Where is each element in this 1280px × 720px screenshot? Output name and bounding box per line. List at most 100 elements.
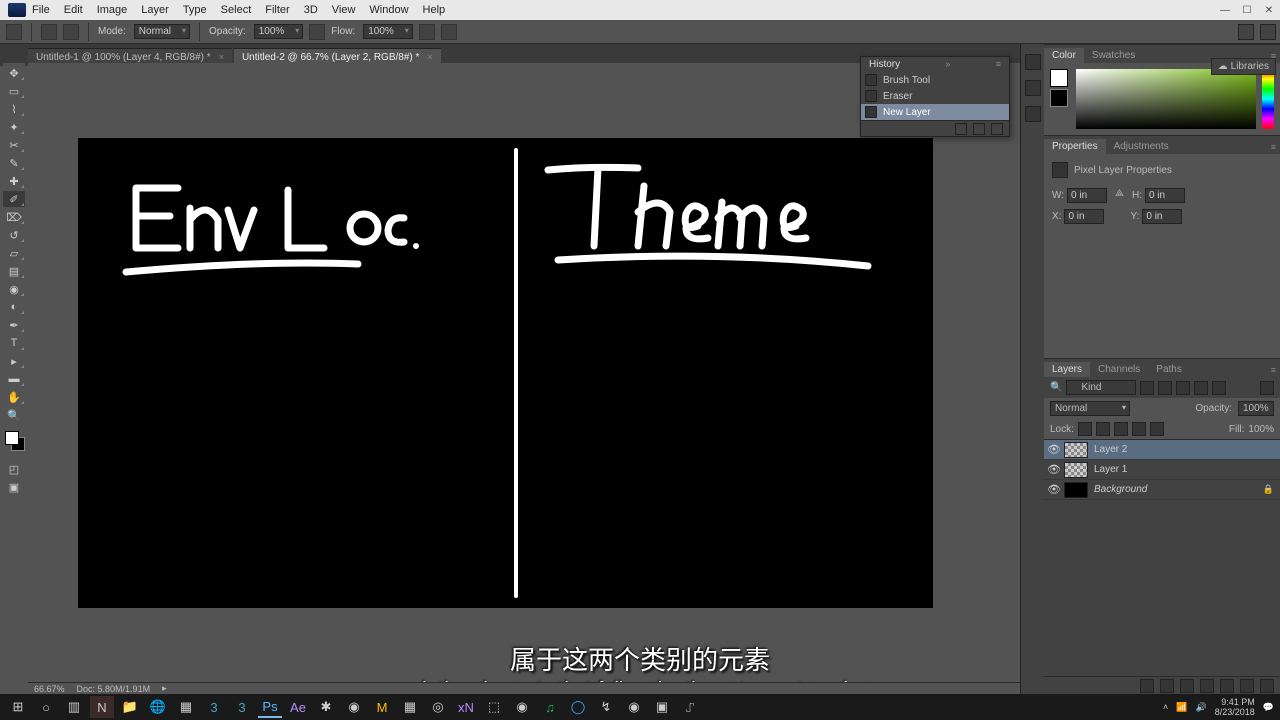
work-area[interactable] — [28, 63, 1020, 682]
brush-preset-icon[interactable] — [41, 24, 57, 40]
screenmode-tool[interactable]: ▣ — [3, 479, 25, 495]
tray-chevron-icon[interactable]: ˄ — [1163, 702, 1168, 712]
menu-layer[interactable]: Layer — [141, 4, 169, 16]
pressure-opacity-icon[interactable] — [309, 24, 325, 40]
menu-filter[interactable]: Filter — [265, 4, 289, 16]
lock-pixels-icon[interactable] — [1096, 422, 1110, 436]
link-layers-icon[interactable] — [1140, 679, 1154, 693]
notifications-icon[interactable]: 💬 — [1263, 702, 1274, 713]
fx-icon[interactable] — [1160, 679, 1174, 693]
close-tab-icon[interactable]: × — [219, 52, 224, 62]
taskbar-app[interactable]: ◯ — [566, 696, 590, 718]
status-arrow-icon[interactable]: ▸ — [162, 683, 167, 694]
search-icon[interactable] — [1238, 24, 1254, 40]
move-tool[interactable]: ✥ — [3, 65, 25, 81]
hue-slider[interactable] — [1262, 69, 1274, 129]
menu-image[interactable]: Image — [97, 4, 128, 16]
color-field[interactable] — [1076, 69, 1256, 129]
tool-preset-icon[interactable] — [6, 24, 22, 40]
canvas[interactable] — [78, 138, 933, 608]
tray-network-icon[interactable]: 📶 — [1176, 702, 1187, 713]
doc-info[interactable]: Doc: 5.80M/1.91M — [77, 684, 151, 694]
history-item[interactable]: New Layer — [861, 104, 1009, 120]
path-select-tool[interactable]: ▸ — [3, 353, 25, 369]
filter-toggle[interactable] — [1260, 381, 1274, 395]
visibility-icon[interactable]: 👁 — [1044, 483, 1064, 496]
taskbar-app[interactable]: ⬚ — [482, 696, 506, 718]
filter-type-icon[interactable] — [1176, 381, 1190, 395]
explorer-icon[interactable]: 📁 — [118, 696, 142, 718]
layer-thumb[interactable] — [1064, 462, 1088, 478]
create-document-icon[interactable] — [955, 123, 967, 135]
close-button[interactable]: ✕ — [1258, 0, 1280, 20]
type-tool[interactable]: T — [3, 335, 25, 351]
foreground-color[interactable] — [5, 431, 19, 445]
visibility-icon[interactable]: 👁 — [1044, 463, 1064, 476]
filter-smart-icon[interactable] — [1212, 381, 1226, 395]
brush-tool[interactable]: ✐ — [3, 191, 25, 207]
blend-mode-dropdown[interactable]: Normal — [134, 24, 190, 39]
quickmask-tool[interactable]: ◰ — [3, 461, 25, 477]
tab-color[interactable]: Color — [1044, 48, 1084, 63]
opacity-dropdown[interactable]: 100% — [254, 24, 304, 39]
crop-tool[interactable]: ✂ — [3, 137, 25, 153]
eraser-tool[interactable]: ▱ — [3, 245, 25, 261]
close-tab-icon[interactable]: × — [427, 52, 432, 62]
x-input[interactable] — [1064, 209, 1104, 224]
taskbar-app[interactable]: 3 — [230, 696, 254, 718]
y-input[interactable] — [1142, 209, 1182, 224]
airbrush-icon[interactable] — [419, 24, 435, 40]
panel-menu-icon[interactable]: ≡ — [1267, 140, 1280, 154]
libraries-button[interactable]: ☁ Libraries — [1211, 58, 1276, 75]
taskbar-app[interactable]: ✱ — [314, 696, 338, 718]
layer-name[interactable]: Background — [1094, 484, 1147, 495]
marquee-tool[interactable]: ▭ — [3, 83, 25, 99]
layer-name[interactable]: Layer 1 — [1094, 464, 1127, 475]
layer-thumb[interactable] — [1064, 482, 1088, 498]
menu-3d[interactable]: 3D — [304, 4, 318, 16]
panel-menu-icon[interactable]: ≡ — [996, 59, 1001, 70]
taskbar-app[interactable]: ▦ — [398, 696, 422, 718]
history-item[interactable]: Eraser — [861, 88, 1009, 104]
blur-tool[interactable]: ◉ — [3, 281, 25, 297]
w-input[interactable] — [1067, 188, 1107, 203]
panel-menu-icon[interactable]: ≡ — [1267, 363, 1280, 377]
layer-blend-dropdown[interactable]: Normal — [1050, 401, 1130, 416]
menu-window[interactable]: Window — [369, 4, 408, 16]
layer-row[interactable]: 👁 Layer 1 — [1044, 460, 1280, 480]
history-item[interactable]: Brush Tool — [861, 72, 1009, 88]
tab-layers[interactable]: Layers — [1044, 362, 1090, 377]
chrome-icon[interactable]: 🌐 — [146, 696, 170, 718]
trash-icon[interactable] — [991, 123, 1003, 135]
dodge-tool[interactable]: ◐ — [3, 299, 25, 315]
mask-icon[interactable] — [1180, 679, 1194, 693]
taskbar-app[interactable]: ▣ — [650, 696, 674, 718]
pressure-size-icon[interactable] — [441, 24, 457, 40]
link-icon[interactable]: ⟁ — [1115, 188, 1124, 203]
filter-adjust-icon[interactable] — [1158, 381, 1172, 395]
taskbar-app[interactable]: ◉ — [342, 696, 366, 718]
stamp-tool[interactable]: ⌦ — [3, 209, 25, 225]
taskbar-app[interactable]: N — [90, 696, 114, 718]
h-input[interactable] — [1145, 188, 1185, 203]
lock-artboard-icon[interactable] — [1132, 422, 1146, 436]
menu-edit[interactable]: Edit — [64, 4, 83, 16]
bg-swatch[interactable] — [1050, 89, 1068, 107]
taskbar-app[interactable]: ↯ — [594, 696, 618, 718]
flow-dropdown[interactable]: 100% — [363, 24, 413, 39]
group-icon[interactable] — [1220, 679, 1234, 693]
shape-tool[interactable]: ▬ — [3, 371, 25, 387]
menu-help[interactable]: Help — [423, 4, 446, 16]
filter-kind-dropdown[interactable]: Kind — [1066, 380, 1136, 395]
collapse-icon[interactable]: » — [945, 59, 950, 70]
steam-icon[interactable]: ◉ — [622, 696, 646, 718]
cortana-icon[interactable]: ○ — [34, 696, 58, 718]
character-icon[interactable] — [1025, 106, 1041, 122]
minimize-button[interactable]: — — [1214, 0, 1236, 20]
unreal-icon[interactable]: ⑀ — [678, 696, 702, 718]
aftereffects-icon[interactable]: Ae — [286, 696, 310, 718]
healing-tool[interactable]: ✚ — [3, 173, 25, 189]
tab-channels[interactable]: Channels — [1090, 362, 1148, 377]
taskbar-app[interactable]: 3 — [202, 696, 226, 718]
color-swatch[interactable] — [3, 429, 25, 459]
